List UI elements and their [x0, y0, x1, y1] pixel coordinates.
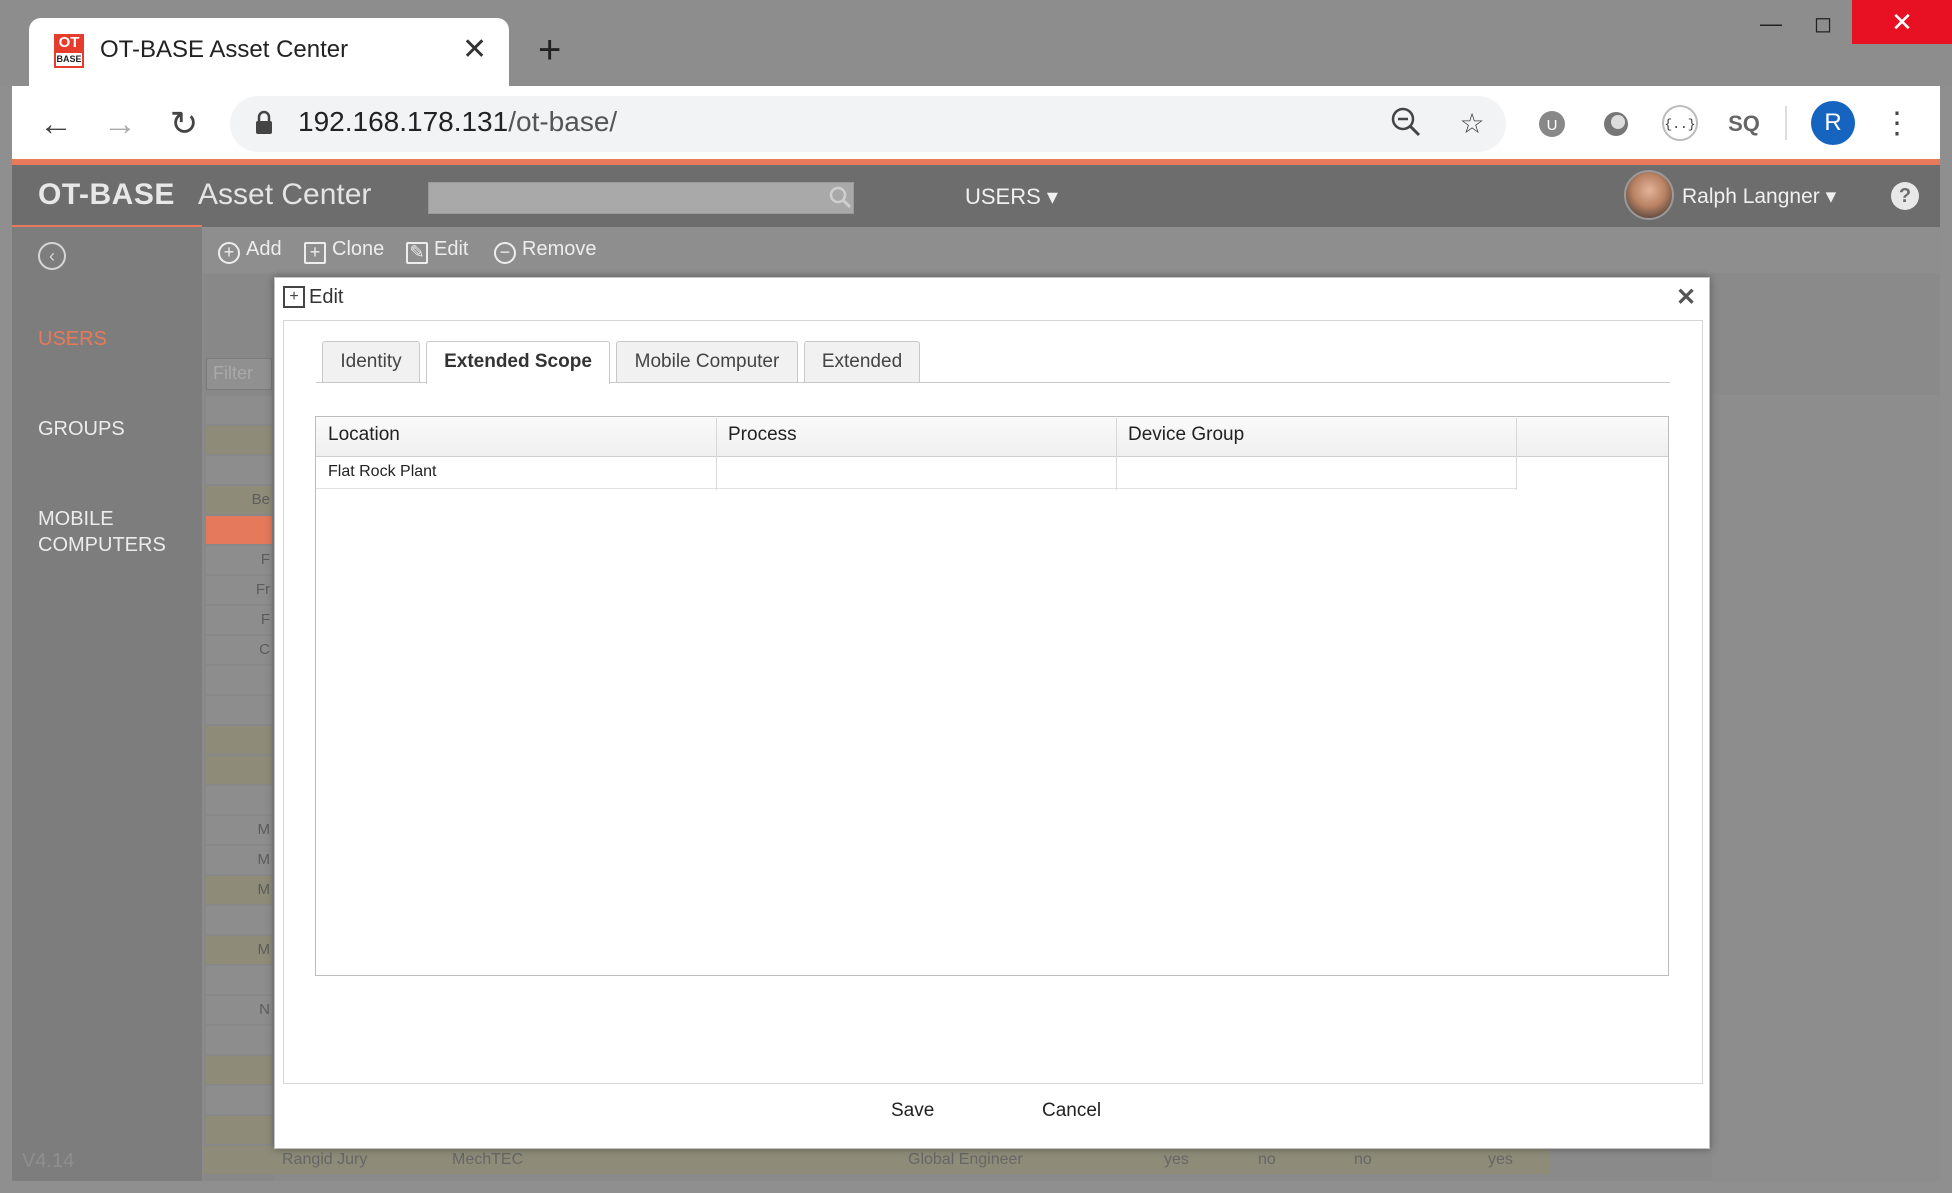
list-item[interactable]: [206, 906, 272, 934]
list-item[interactable]: M: [206, 816, 272, 844]
profile-avatar[interactable]: R: [1811, 101, 1855, 145]
sidebar-item-groups[interactable]: GROUPS: [38, 416, 125, 442]
list-item[interactable]: M: [206, 936, 272, 964]
list-item[interactable]: [206, 696, 272, 724]
tab-mobile-computer[interactable]: Mobile Computer: [616, 341, 798, 383]
clone-icon: +: [304, 242, 326, 264]
help-icon[interactable]: ?: [1891, 182, 1919, 210]
list-item[interactable]: [206, 726, 272, 754]
toolbar-divider: [1785, 106, 1787, 140]
bookmark-star-icon[interactable]: ☆: [1452, 104, 1492, 144]
global-search-input[interactable]: [428, 182, 854, 214]
brand-logo[interactable]: OT-BASE: [38, 178, 175, 212]
clone-edit-icon: +: [283, 286, 305, 308]
list-item[interactable]: [206, 456, 272, 484]
list-item[interactable]: Fr: [206, 576, 272, 604]
list-right-area: [1712, 395, 1940, 1181]
clone-button[interactable]: + Clone: [304, 238, 384, 264]
favicon-icon: OT BASE: [54, 34, 84, 68]
list-item[interactable]: [206, 756, 272, 784]
list-item[interactable]: [206, 966, 272, 994]
remove-button[interactable]: − Remove: [494, 238, 596, 264]
forward-icon[interactable]: →: [98, 102, 142, 146]
table-row[interactable]: Rangid Jury MechTEC Global Engineer yes …: [204, 1146, 1550, 1174]
list-item[interactable]: [206, 1116, 272, 1144]
column-header-process[interactable]: Process: [728, 424, 797, 446]
list-item[interactable]: [206, 1086, 272, 1114]
add-button[interactable]: + Add: [218, 238, 282, 264]
edit-button[interactable]: ✎ Edit: [406, 238, 468, 264]
list-item[interactable]: N: [206, 996, 272, 1024]
list-item[interactable]: [206, 1026, 272, 1054]
version-label: V4.14: [22, 1150, 75, 1172]
new-tab-icon[interactable]: +: [538, 30, 561, 70]
section-menu[interactable]: USERS ▾: [965, 184, 1058, 210]
sidebar-item-mobile-computers[interactable]: MOBILE COMPUTERS: [38, 506, 198, 558]
add-icon: +: [218, 242, 240, 264]
tab-extended-scope[interactable]: Extended Scope: [426, 341, 610, 384]
filter-input[interactable]: Filter: [206, 358, 272, 390]
extension-circle-icon[interactable]: [1596, 104, 1636, 144]
search-icon[interactable]: [827, 184, 853, 210]
close-icon[interactable]: ✕: [1676, 283, 1696, 312]
grid-header: [316, 417, 1668, 457]
svg-text:U: U: [1547, 117, 1558, 134]
remove-icon: −: [494, 242, 516, 264]
active-tab-gap: [427, 382, 609, 384]
tab-close-icon[interactable]: ✕: [462, 34, 487, 66]
list-item-selected[interactable]: [206, 516, 272, 544]
tab-identity[interactable]: Identity: [322, 341, 420, 383]
list-item[interactable]: F: [206, 546, 272, 574]
extension-shield-icon[interactable]: U: [1532, 104, 1572, 144]
url-text[interactable]: 192.168.178.131/ot-base/: [298, 106, 617, 138]
cancel-button[interactable]: Cancel: [1042, 1100, 1101, 1122]
extension-json-icon[interactable]: {..}: [1660, 104, 1700, 144]
list-item[interactable]: Be: [206, 486, 272, 514]
zoom-out-icon[interactable]: [1390, 106, 1422, 138]
collapse-back-icon[interactable]: ‹: [38, 242, 66, 270]
list-item[interactable]: M: [206, 846, 272, 874]
save-button[interactable]: Save: [891, 1100, 934, 1122]
extension-seo-icon[interactable]: SQ: [1724, 104, 1764, 144]
brand-subtitle: Asset Center: [198, 178, 372, 211]
dialog-title: Edit: [309, 286, 344, 308]
lock-icon: [256, 110, 272, 134]
list-item[interactable]: [206, 1056, 272, 1084]
browser-menu-icon[interactable]: ⋮: [1877, 104, 1917, 144]
column-header-location[interactable]: Location: [328, 424, 400, 446]
column-header-device-group[interactable]: Device Group: [1128, 424, 1244, 446]
list-item[interactable]: C: [206, 636, 272, 664]
reload-icon[interactable]: ↻: [162, 102, 206, 146]
column-divider: [1516, 418, 1517, 490]
list-item[interactable]: [206, 786, 272, 814]
tab-title: OT-BASE Asset Center: [100, 36, 349, 63]
list-item[interactable]: [206, 426, 272, 454]
scope-grid: [315, 416, 1669, 976]
edit-pencil-icon: ✎: [406, 242, 428, 264]
svg-text:{..}: {..}: [1664, 117, 1695, 132]
window-close-icon[interactable]: ✕: [1852, 0, 1952, 44]
sidebar-item-users[interactable]: USERS: [38, 326, 107, 352]
list-item[interactable]: M: [206, 876, 272, 904]
dialog-footer: [284, 1083, 1702, 1143]
user-avatar[interactable]: [1624, 170, 1674, 220]
table-row[interactable]: [316, 458, 1516, 489]
sidebar: [12, 227, 202, 1181]
back-icon[interactable]: ←: [34, 102, 78, 146]
list-item[interactable]: F: [206, 606, 272, 634]
user-menu[interactable]: Ralph Langner ▾: [1682, 184, 1836, 209]
tab-extended[interactable]: Extended: [804, 341, 920, 383]
list-item[interactable]: [206, 666, 272, 694]
cell-location[interactable]: Flat Rock Plant: [328, 463, 436, 481]
list-item[interactable]: [206, 396, 272, 424]
